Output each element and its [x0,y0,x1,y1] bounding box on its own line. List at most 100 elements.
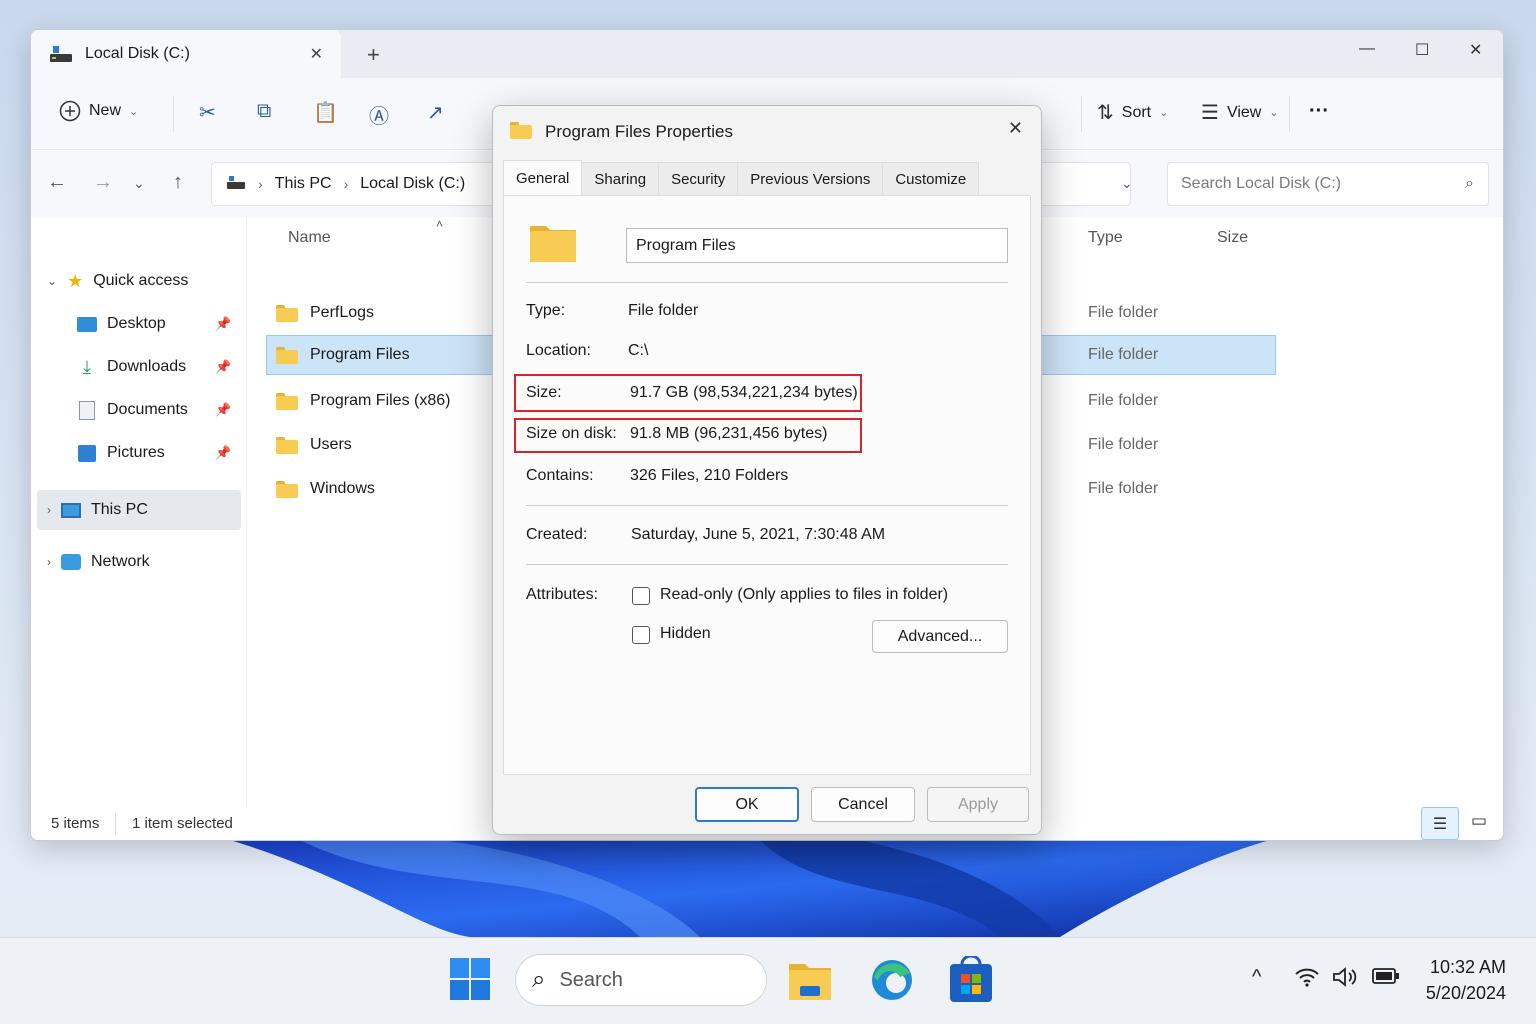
selection-count: 1 item selected [132,815,233,832]
share-button[interactable]: ↗ [427,100,444,125]
nav-pictures-label: Pictures [107,444,165,461]
folder-name-input[interactable]: Program Files [626,228,1008,263]
chevron-right-icon: › [47,555,51,569]
forward-arrow-icon[interactable]: → [93,171,113,194]
network-icon [61,554,81,570]
details-view-icon: ☰ [1432,815,1448,833]
taskbar: ⌕ Search ^ 10:32 AM 5/20/2024 [0,937,1536,1024]
recent-chevron-icon[interactable]: ⌄ [133,175,145,192]
chevron-down-icon: ⌄ [1269,107,1279,119]
file-type: File folder [1088,480,1159,497]
up-arrow-icon[interactable]: ↑ [173,171,183,194]
edge-browser-icon[interactable] [870,957,914,1007]
apply-button[interactable]: Apply [927,787,1029,822]
column-header-size[interactable]: Size [1217,229,1248,247]
file-type: File folder [1088,436,1159,453]
readonly-checkbox[interactable] [632,587,650,605]
taskbar-search[interactable]: ⌕ Search [515,954,767,1006]
file-name: Program Files [310,346,410,363]
back-arrow-icon[interactable]: ← [47,171,67,194]
file-explorer-taskbar-icon[interactable] [788,958,832,1006]
divider [526,282,1008,283]
pin-icon: 📌 [215,445,232,460]
folder-icon [276,436,298,454]
show-hidden-icons-button[interactable]: ^ [1252,966,1261,989]
tab-local-disk[interactable]: Local Disk (C:) ✕ [31,30,341,78]
divider [526,564,1008,565]
nav-network[interactable]: › Network [47,542,150,582]
wifi-icon[interactable] [1294,966,1320,994]
tab-sharing[interactable]: Sharing [581,162,660,196]
folder-icon [276,480,298,498]
attributes-label: Attributes: [526,586,599,603]
search-input[interactable]: Search Local Disk (C:) ⌕ [1167,162,1489,206]
type-label: Type: [526,302,566,319]
store-icon[interactable] [950,954,992,1006]
star-icon: ★ [67,270,84,291]
dialog-close-button[interactable]: ✕ [1008,118,1023,139]
divider [1289,96,1290,132]
breadcrumb-this-pc[interactable]: This PC [275,175,332,193]
battery-icon[interactable] [1372,966,1400,992]
sort-icon: ⇅ [1097,102,1114,124]
ok-button[interactable]: OK [695,787,799,822]
divider [173,96,174,132]
size-label: Size: [526,384,562,401]
column-header-name[interactable]: Name [288,229,331,247]
hidden-checkbox[interactable] [632,626,650,644]
general-panel: Program Files Type: File folder Location… [503,195,1031,775]
tiles-view-button[interactable]: ▭ [1471,811,1487,831]
cut-button[interactable]: ✂ [199,100,216,125]
advanced-button[interactable]: Advanced... [872,620,1008,653]
tab-security[interactable]: Security [658,162,739,196]
sort-button[interactable]: ⇅ Sort ⌄ [1097,100,1168,125]
start-button[interactable] [450,958,490,1004]
paste-button[interactable]: 📋 [313,100,338,125]
copy-button[interactable]: ⧉ [257,100,271,123]
clock[interactable]: 10:32 AM 5/20/2024 [1426,954,1506,1006]
nav-documents[interactable]: Documents 📌 [77,390,247,430]
nav-downloads-label: Downloads [107,358,187,375]
copy-icon: ⧉ [257,100,272,122]
size-on-disk-value: 91.8 MB (96,231,456 bytes) [630,425,828,442]
windows-logo-icon [450,958,490,1000]
size-on-disk-label: Size on disk: [526,425,617,442]
navigation-pane: ⌄ ★ Quick access Desktop 📌 ⤓ Downloads 📌… [31,217,247,807]
drive-icon [226,174,246,195]
new-label: New [89,102,122,119]
tab-close-icon[interactable]: ✕ [310,44,323,64]
maximize-button[interactable]: ☐ [1415,40,1429,60]
more-options-button[interactable]: ··· [1309,100,1329,123]
new-tab-button[interactable]: + [367,42,380,68]
nav-network-label: Network [91,553,150,570]
view-button[interactable]: ☰ View ⌄ [1201,100,1279,125]
location-value: C:\ [628,342,649,359]
nav-pictures[interactable]: Pictures 📌 [77,433,247,473]
volume-icon[interactable] [1332,966,1360,994]
dialog-tabs: General Sharing Security Previous Versio… [503,160,980,196]
documents-icon [79,400,95,420]
tab-general[interactable]: General [503,160,583,196]
breadcrumb-local-disk[interactable]: Local Disk (C:) [360,175,465,193]
column-header-type[interactable]: Type [1088,229,1123,247]
nav-downloads[interactable]: ⤓ Downloads 📌 [77,347,247,387]
created-label: Created: [526,526,588,543]
chevron-right-icon: › [258,176,263,192]
nav-desktop-label: Desktop [107,315,166,332]
address-dropdown-icon[interactable]: ⌄ [1121,175,1133,192]
tab-previous-versions[interactable]: Previous Versions [737,162,884,196]
created-value: Saturday, June 5, 2021, 7:30:48 AM [631,526,886,543]
minimize-button[interactable]: — [1359,40,1375,58]
new-button[interactable]: New ⌄ [59,100,138,122]
nav-desktop[interactable]: Desktop 📌 [77,304,247,344]
nav-quick-access[interactable]: ⌄ ★ Quick access [47,261,188,301]
title-bar: Local Disk (C:) ✕ + — ☐ ✕ [31,30,1503,78]
nav-this-pc[interactable]: › This PC [37,490,241,530]
rename-icon: Ⓐ [369,106,389,128]
tab-customize[interactable]: Customize [882,162,980,196]
rename-button[interactable]: Ⓐ [369,100,389,129]
drive-icon [49,44,73,64]
close-window-button[interactable]: ✕ [1469,40,1482,60]
cancel-button[interactable]: Cancel [811,787,915,822]
details-view-button[interactable]: ☰ [1421,807,1459,840]
